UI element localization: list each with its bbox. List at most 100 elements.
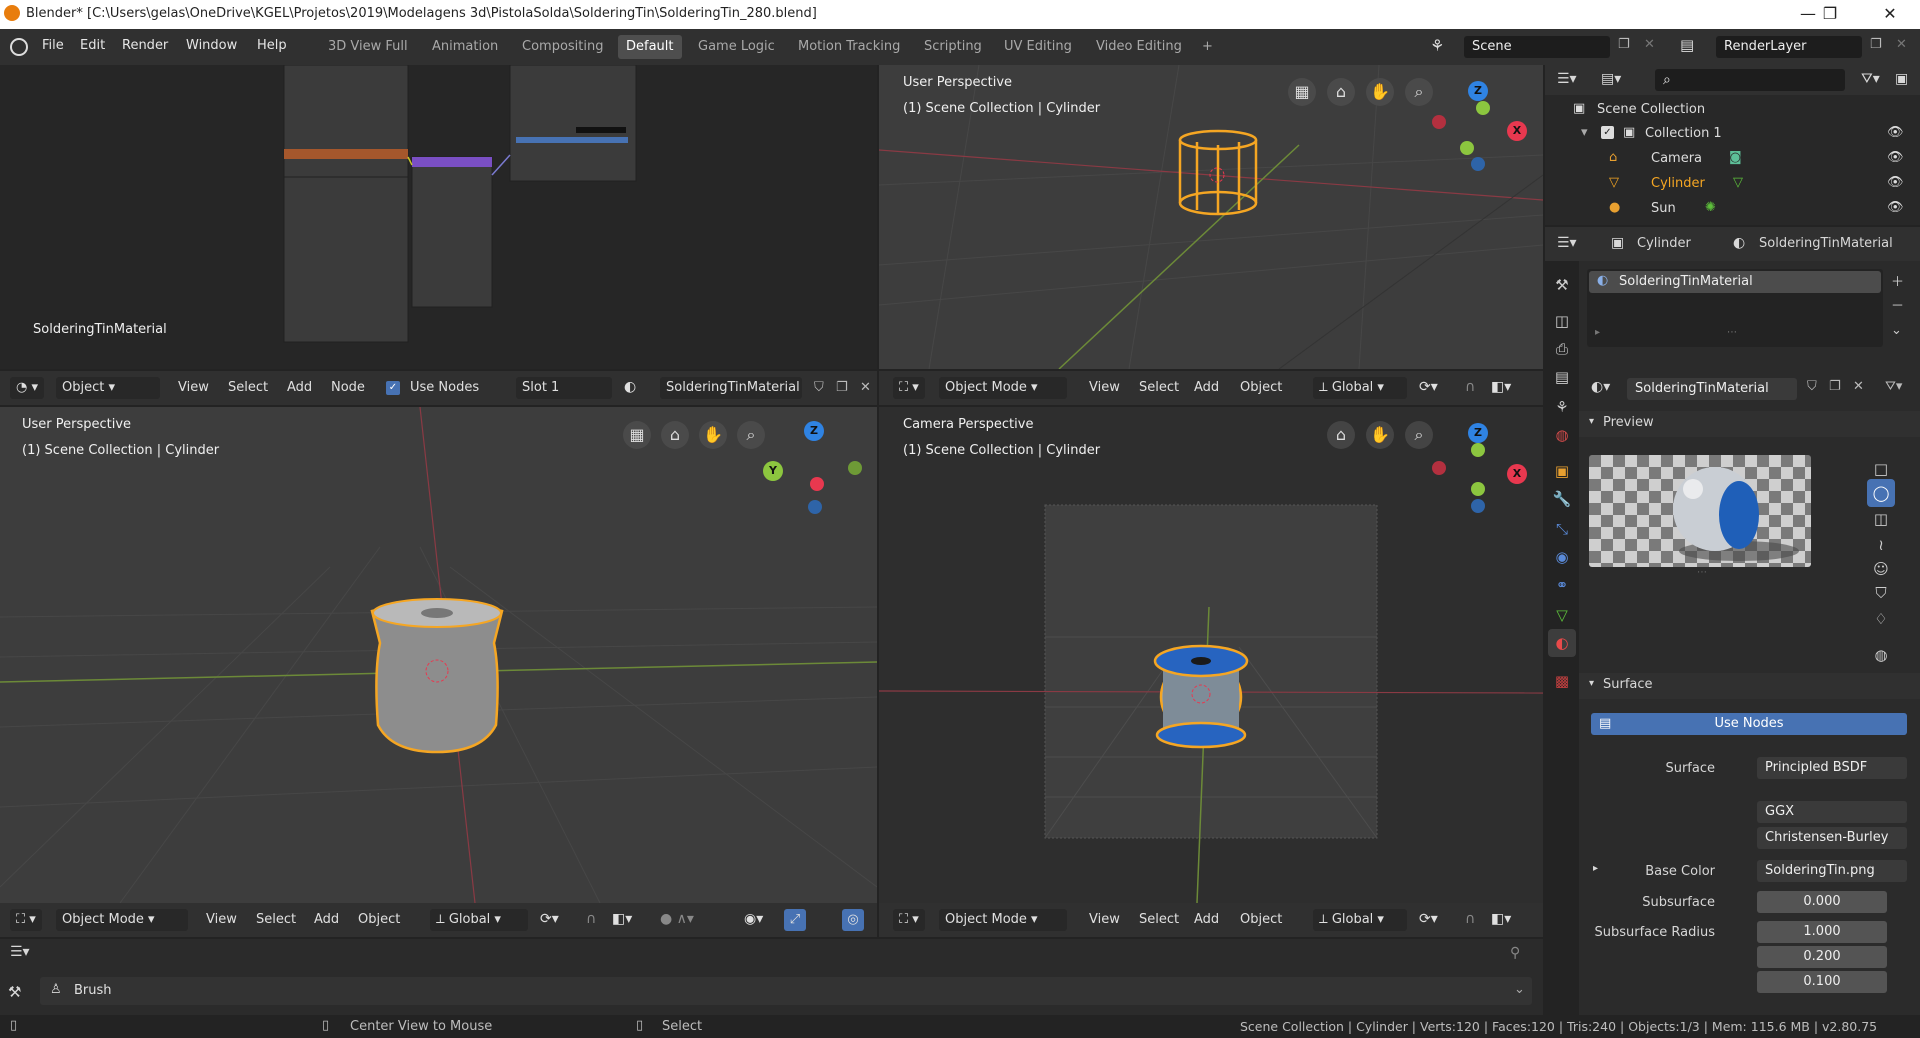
new-scene-icon[interactable]: ❐: [1618, 37, 1630, 52]
node-link-icon[interactable]: ⛛▾: [1885, 379, 1902, 394]
preview-resize-icon[interactable]: ⋯: [1697, 567, 1707, 578]
menu-add[interactable]: Add: [1194, 912, 1219, 927]
render-layer-field[interactable]: RenderLayer: [1716, 36, 1862, 58]
subsurface-radius-x-field[interactable]: 1.000: [1757, 921, 1887, 943]
menu-add[interactable]: Add: [287, 380, 312, 395]
gizmo-neg-y[interactable]: [1471, 482, 1485, 496]
proportional-icon[interactable]: ◧▾: [1491, 379, 1511, 395]
zoom-icon[interactable]: ⌕: [1405, 78, 1433, 106]
pan-hand-icon[interactable]: ✋: [1366, 421, 1394, 449]
snap-icon[interactable]: ∩: [1465, 911, 1475, 927]
cube-preview-icon[interactable]: ◫: [1867, 505, 1895, 533]
grid-view-icon[interactable]: ▦: [623, 421, 651, 449]
render-tab-icon[interactable]: ◫: [1548, 307, 1576, 335]
pin-icon[interactable]: ⚲: [1510, 945, 1520, 961]
modifier-tab-icon[interactable]: 🔧: [1548, 485, 1576, 513]
visibility-icon[interactable]: ◉▾: [744, 911, 763, 927]
menu-add[interactable]: Add: [314, 912, 339, 927]
menu-select[interactable]: Select: [256, 912, 296, 927]
display-mode-icon[interactable]: ☰▾: [1557, 71, 1577, 87]
gizmo-z-axis[interactable]: Z: [1468, 81, 1488, 101]
material-tab-icon[interactable]: ◐: [1548, 629, 1576, 657]
menu-window[interactable]: Window: [186, 38, 237, 53]
menu-object[interactable]: Object: [1240, 912, 1282, 927]
maximize-button[interactable]: ❐: [1810, 2, 1850, 26]
pivot-icon[interactable]: ⟳▾: [540, 911, 559, 927]
subsurface-radius-z-field[interactable]: 0.100: [1757, 971, 1887, 993]
gizmo-neg-z[interactable]: [808, 500, 822, 514]
view-layer-tab-icon[interactable]: ▤: [1548, 363, 1576, 391]
world-preview-icon[interactable]: ◍: [1867, 641, 1895, 669]
gizmo-x-axis[interactable]: X: [1507, 121, 1527, 141]
menu-file[interactable]: File: [42, 38, 64, 53]
tab-animation[interactable]: Animation: [424, 35, 506, 59]
menu-view[interactable]: View: [1089, 912, 1120, 927]
transform-orientation-dropdown[interactable]: ⟂ Global ▾: [430, 909, 528, 931]
texture-tab-icon[interactable]: ▩: [1548, 667, 1576, 695]
viewport-bottom-right[interactable]: Camera Perspective (1) Scene Collection …: [879, 407, 1543, 903]
viewport-top-right[interactable]: User Perspective (1) Scene Collection | …: [879, 65, 1543, 369]
tab-motion-tracking[interactable]: Motion Tracking: [790, 35, 908, 59]
cloth-preview-icon[interactable]: ⛉: [1867, 579, 1895, 607]
gizmo-z-axis[interactable]: Z: [1468, 423, 1488, 443]
duplicate-material-icon[interactable]: ❐: [836, 380, 848, 395]
gizmo-neg-y[interactable]: [848, 461, 862, 475]
outliner[interactable]: ☰▾ ▤▾ ⌕ ⛛▾ ▣ ▣ Scene Collection ▾ ✓ ▣ Co…: [1545, 65, 1920, 225]
outliner-item-sun[interactable]: ● Sun ✺ 👁: [1609, 200, 1911, 225]
zoom-icon[interactable]: ⌕: [1405, 421, 1433, 449]
mode-dropdown[interactable]: Object Mode ▾: [939, 909, 1067, 931]
surface-shader-field[interactable]: Principled BSDF: [1757, 757, 1907, 779]
tab-video-editing[interactable]: Video Editing: [1088, 35, 1190, 59]
new-collection-icon[interactable]: ▣: [1895, 71, 1908, 87]
tab-default[interactable]: Default: [618, 35, 682, 59]
gizmo-neg-x[interactable]: [1432, 461, 1446, 475]
gizmo-z-axis[interactable]: Z: [804, 421, 824, 441]
new-layer-icon[interactable]: ❐: [1870, 37, 1882, 52]
tab-uv-editing[interactable]: UV Editing: [996, 35, 1080, 59]
outliner-collection-1[interactable]: ▾ ✓ ▣ Collection 1 👁: [1581, 125, 1911, 150]
editor-type-icon[interactable]: ☰▾: [1557, 235, 1577, 251]
object-dropdown[interactable]: Object ▾: [56, 377, 160, 399]
menu-object[interactable]: Object: [1240, 380, 1282, 395]
delete-scene-icon[interactable]: ✕: [1644, 37, 1655, 52]
slot-specials-icon[interactable]: ⌄: [1891, 323, 1902, 338]
falloff-icon[interactable]: ● ∧▾: [660, 911, 694, 927]
filter-view-icon[interactable]: ▤▾: [1601, 71, 1621, 87]
gizmo-neg-z[interactable]: [1471, 157, 1485, 171]
surface-panel-header[interactable]: ▾ Surface: [1579, 673, 1920, 699]
node-editor[interactable]: SolderingTinMaterial: [0, 65, 877, 369]
object-tab-icon[interactable]: ▣: [1548, 457, 1576, 485]
editor-type-dropdown[interactable]: ⛶ ▾: [10, 909, 42, 931]
tab-compositing[interactable]: Compositing: [514, 35, 612, 59]
add-workspace-button[interactable]: +: [1194, 35, 1221, 59]
output-tab-icon[interactable]: ⎙: [1548, 335, 1576, 363]
gizmo-toggle-icon[interactable]: ⤢: [784, 909, 806, 931]
editor-type-icon[interactable]: ☰▾: [10, 944, 30, 960]
proportional-icon[interactable]: ◧▾: [612, 911, 632, 927]
menu-view[interactable]: View: [178, 380, 209, 395]
menu-render[interactable]: Render: [122, 38, 168, 53]
preview-panel-header[interactable]: ▾ Preview: [1579, 411, 1920, 437]
remove-slot-icon[interactable]: －: [1891, 295, 1904, 314]
close-button[interactable]: ✕: [1870, 2, 1910, 26]
subsurface-radius-y-field[interactable]: 0.200: [1757, 946, 1887, 968]
tab-game-logic[interactable]: Game Logic: [690, 35, 783, 59]
menu-select[interactable]: Select: [1139, 912, 1179, 927]
world-tab-icon[interactable]: ◍: [1548, 421, 1576, 449]
zoom-icon[interactable]: ⌕: [737, 421, 765, 449]
menu-node[interactable]: Node: [331, 380, 365, 395]
properties-editor[interactable]: ☰▾ ▣ Cylinder ◐ SolderingTinMaterial ⚒ ◫…: [1545, 227, 1920, 1015]
transform-orientation-dropdown[interactable]: ⟂ Global ▾: [1313, 909, 1407, 931]
material-field[interactable]: SolderingTinMaterial: [660, 377, 802, 399]
browse-material-icon[interactable]: ◐▾: [1591, 379, 1610, 395]
use-nodes-button[interactable]: ▤ Use Nodes: [1591, 713, 1907, 735]
outliner-item-cylinder[interactable]: ▽ Cylinder ▽ 👁: [1609, 175, 1911, 200]
use-nodes-checkbox[interactable]: ✓: [386, 381, 400, 395]
material-slot-item[interactable]: ◐ SolderingTinMaterial: [1589, 271, 1881, 293]
distribution-dropdown[interactable]: GGX: [1757, 801, 1907, 823]
material-name-field[interactable]: SolderingTinMaterial: [1627, 378, 1797, 400]
gizmo-neg-x[interactable]: [1432, 115, 1446, 129]
unlink-material-icon[interactable]: ✕: [1853, 379, 1864, 394]
tab-3d-view-full[interactable]: 3D View Full: [320, 35, 416, 59]
constraints-tab-icon[interactable]: ⚭: [1548, 571, 1576, 599]
